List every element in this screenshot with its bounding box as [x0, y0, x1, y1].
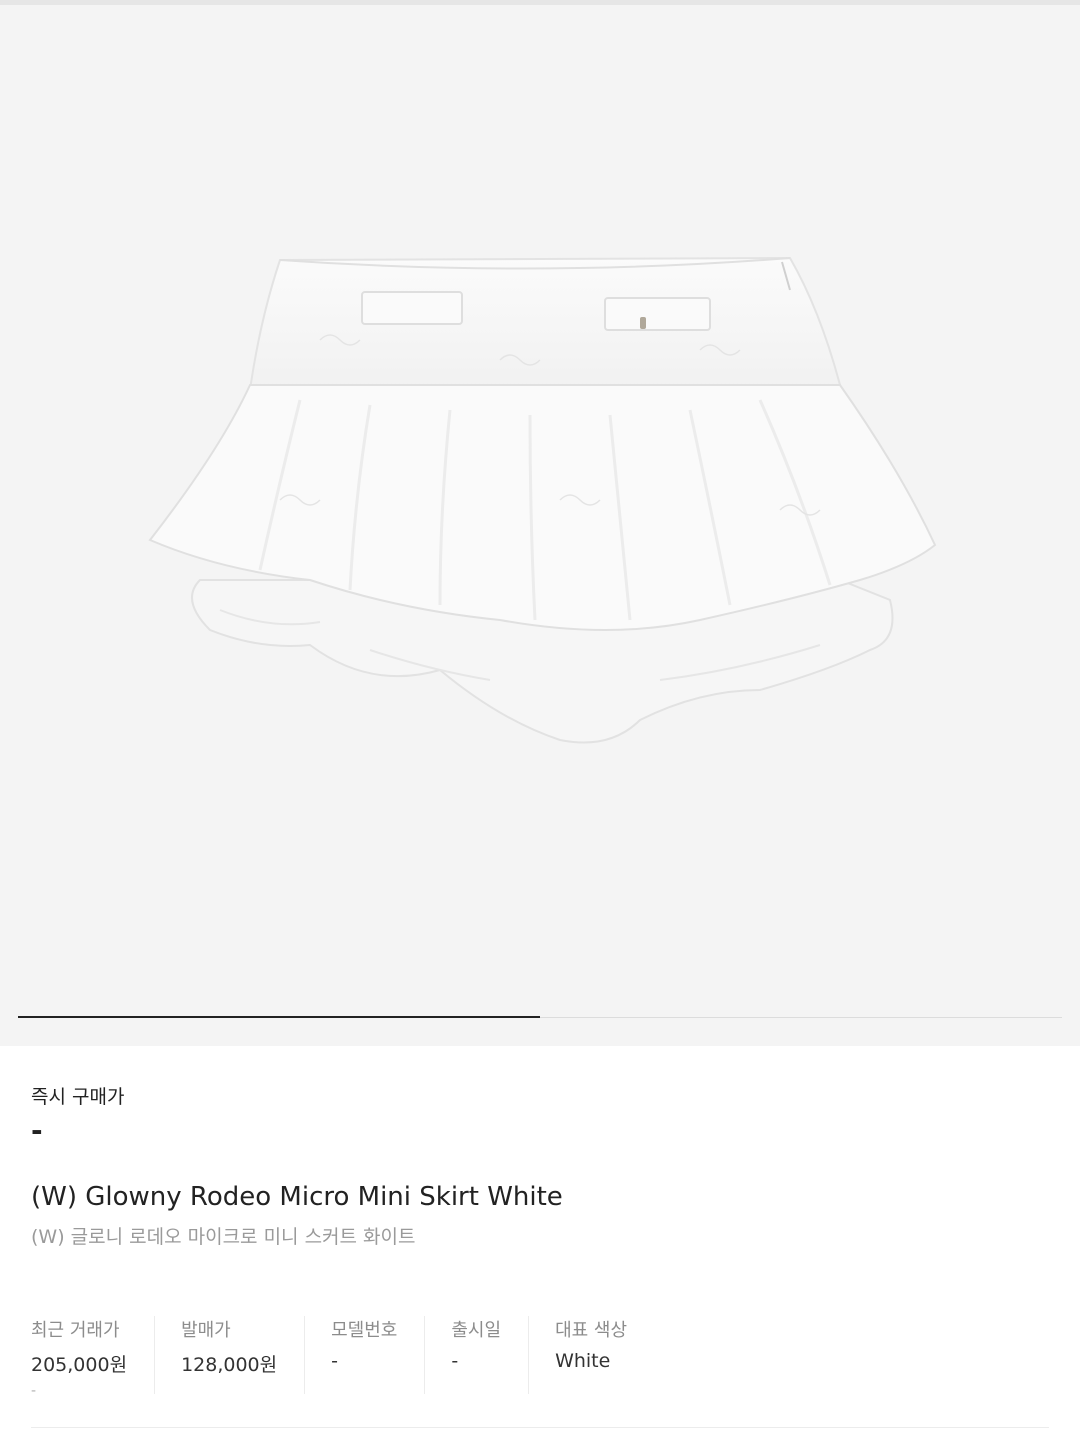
detail-value: - — [331, 1350, 338, 1372]
detail-label: 대표 색상 — [555, 1320, 628, 1341]
product-subtitle: (W) 글로니 로데오 마이크로 미니 스커트 화이트 — [31, 1226, 416, 1248]
section-divider — [31, 1427, 1049, 1428]
detail-label: 발매가 — [181, 1320, 231, 1341]
instant-buy-label: 즉시 구매가 — [31, 1086, 125, 1108]
detail-release-price: 발매가 128,000원 — [181, 1316, 306, 1394]
detail-recent-price: 최근 거래가 205,000원 - — [31, 1316, 156, 1399]
detail-value: - — [451, 1350, 459, 1372]
detail-label: 최근 거래가 — [31, 1320, 120, 1341]
detail-value: 205,000원 — [31, 1354, 128, 1376]
detail-color: 대표 색상 White — [555, 1316, 654, 1394]
product-title: (W) Glowny Rodeo Micro Mini Skirt White — [31, 1182, 563, 1212]
detail-value: White — [555, 1350, 611, 1372]
gallery-progress-track — [18, 1016, 1062, 1018]
detail-label: 출시일 — [451, 1320, 502, 1341]
instant-buy-price: - — [31, 1114, 43, 1147]
gallery-progress-fill — [18, 1016, 540, 1018]
detail-label: 모델번호 — [331, 1320, 398, 1341]
detail-release-date: 출시일 - — [451, 1316, 530, 1394]
detail-change: - — [31, 1383, 37, 1399]
product-image-gallery[interactable] — [0, 5, 1080, 1046]
product-image — [148, 256, 937, 744]
detail-model-number: 모델번호 - — [331, 1316, 426, 1394]
product-info: 즉시 구매가 - (W) Glowny Rodeo Micro Mini Ski… — [0, 1046, 1080, 1440]
product-page: 즉시 구매가 - (W) Glowny Rodeo Micro Mini Ski… — [0, 0, 1080, 1440]
product-details: 최근 거래가 205,000원 - 발매가 128,000원 모델번호 - 출시… — [31, 1316, 680, 1399]
detail-value: 128,000원 — [181, 1354, 278, 1376]
